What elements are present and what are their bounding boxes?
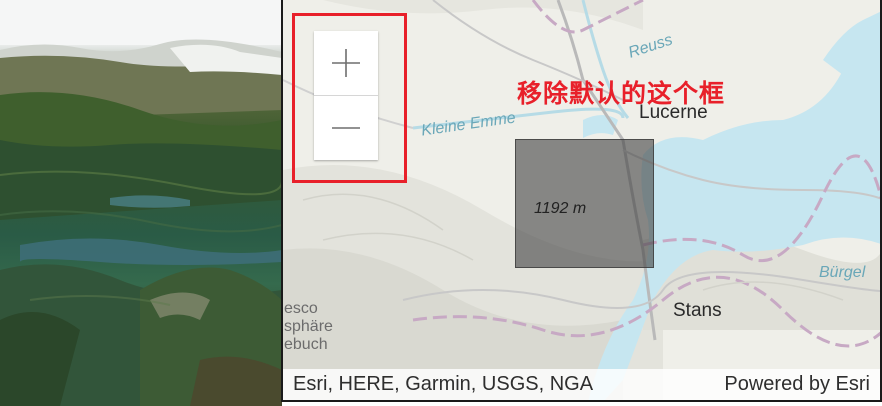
attribution-powered[interactable]: Powered by Esri	[724, 373, 870, 396]
label-burgen: Bürgel	[819, 264, 866, 281]
map-view-2d[interactable]: Reuss Kleine Emme Lucerne Stans Bürgel e…	[281, 0, 882, 402]
label-stans: Stans	[673, 300, 722, 321]
scene-view-3d[interactable]	[0, 0, 282, 406]
elevation-label: 1192 m	[534, 200, 587, 217]
attribution-sources[interactable]: Esri, HERE, Garmin, USGS, NGA	[293, 373, 593, 396]
label-park-1: esco	[284, 300, 318, 317]
label-park-3: ebuch	[284, 336, 328, 353]
annotation-highlight-box	[292, 13, 407, 183]
attribution-bar: Esri, HERE, Garmin, USGS, NGA Powered by…	[283, 369, 880, 400]
label-park-2: sphäre	[284, 318, 333, 335]
terrain-3d-render	[0, 0, 282, 406]
annotation-text: 移除默认的这个框	[517, 80, 726, 108]
